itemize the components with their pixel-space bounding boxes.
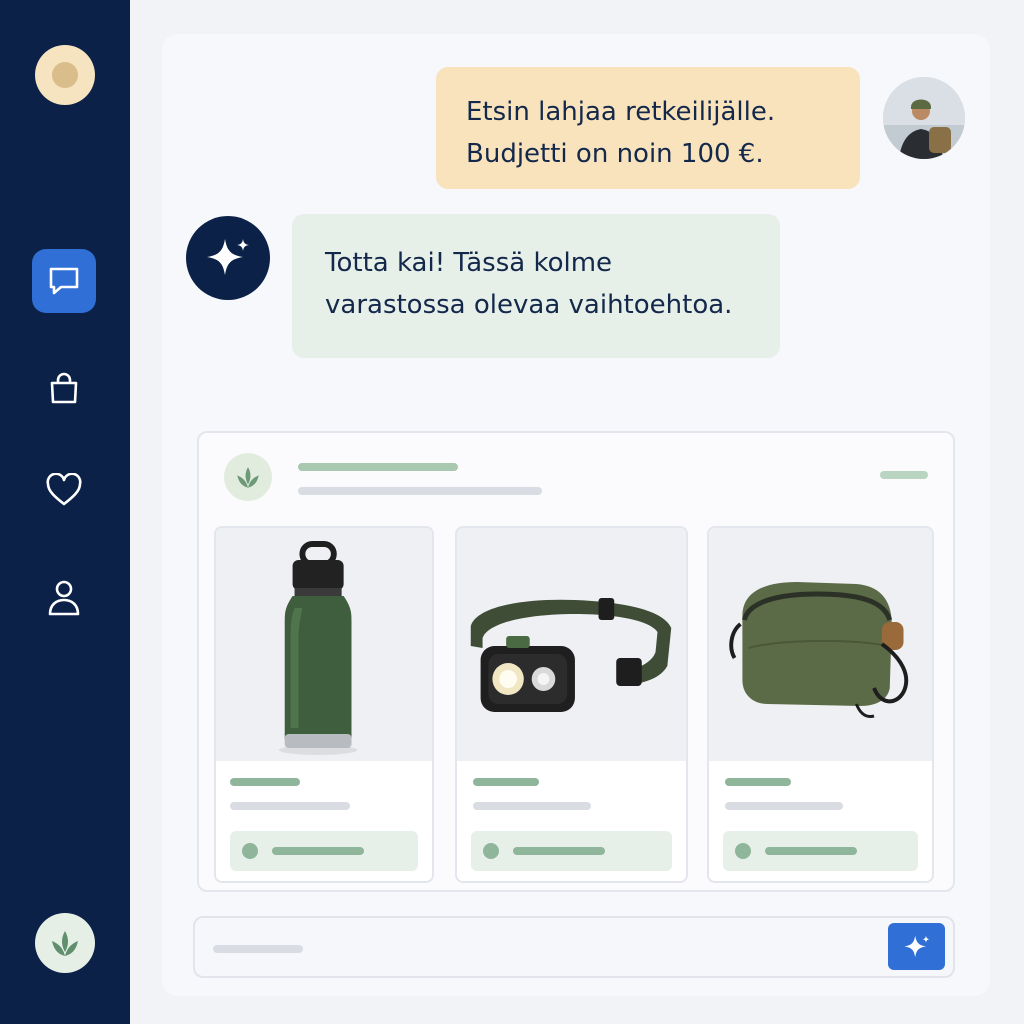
chat-bubble-icon <box>49 267 79 295</box>
add-to-cart-button[interactable] <box>471 831 672 871</box>
product-title-placeholder <box>230 778 300 786</box>
product-image-water-bottle <box>216 528 432 761</box>
avatar-placeholder <box>52 62 78 88</box>
card-subtitle-placeholder <box>298 487 542 495</box>
product-card-water-bottle[interactable] <box>214 526 434 883</box>
sidebar-item-favorites[interactable] <box>32 458 96 522</box>
message-input[interactable] <box>193 916 955 978</box>
product-card-headlamp[interactable] <box>455 526 688 883</box>
brand-logo[interactable] <box>35 913 95 973</box>
product-title-placeholder <box>473 778 539 786</box>
product-price-placeholder <box>473 802 591 810</box>
user-message-line: Etsin lahjaa retkeilijälle. <box>466 97 776 127</box>
product-title-placeholder <box>725 778 791 786</box>
status-dot <box>242 843 258 859</box>
product-image-headlamp <box>457 528 686 761</box>
user-avatar <box>883 77 965 159</box>
user-icon <box>48 580 80 616</box>
hip-pack-illustration <box>709 528 932 761</box>
add-to-cart-button[interactable] <box>723 831 918 871</box>
status-dot <box>483 843 499 859</box>
button-label-placeholder <box>272 847 364 855</box>
product-price-placeholder <box>230 802 350 810</box>
user-message-line: Budjetti on noin 100 €. <box>466 139 764 169</box>
user-photo <box>883 77 965 159</box>
input-placeholder <box>213 945 303 953</box>
add-to-cart-button[interactable] <box>230 831 418 871</box>
user-message-bubble: Etsin lahjaa retkeilijälle. Budjetti on … <box>436 67 860 189</box>
shopping-bag-icon <box>50 372 78 404</box>
profile-avatar[interactable] <box>35 45 95 105</box>
card-title-placeholder <box>298 463 458 471</box>
button-label-placeholder <box>513 847 605 855</box>
sparkle-icon <box>903 935 930 957</box>
product-price-placeholder <box>725 802 843 810</box>
button-label-placeholder <box>765 847 857 855</box>
sidebar <box>0 0 130 1024</box>
status-dot <box>735 843 751 859</box>
water-bottle-illustration <box>216 528 432 761</box>
leaf-icon <box>237 467 259 488</box>
send-button[interactable] <box>888 923 945 970</box>
assistant-avatar <box>186 216 270 300</box>
assistant-message-line: Totta kai! Tässä kolme <box>325 248 613 278</box>
sidebar-item-profile[interactable] <box>32 566 96 630</box>
assistant-message-bubble: Totta kai! Tässä kolme varastossa olevaa… <box>292 214 780 358</box>
headlamp-illustration <box>457 528 686 761</box>
card-action-placeholder[interactable] <box>880 471 928 479</box>
assistant-message-line: varastossa olevaa vaihtoehtoa. <box>325 290 733 320</box>
sidebar-item-shop[interactable] <box>32 356 96 420</box>
product-image-hip-pack <box>709 528 932 761</box>
product-card-hip-pack[interactable] <box>707 526 934 883</box>
sparkle-icon <box>207 239 249 275</box>
leaf-icon <box>52 931 78 956</box>
heart-icon <box>46 473 82 506</box>
store-logo <box>224 453 272 501</box>
sidebar-item-chat[interactable] <box>32 249 96 313</box>
